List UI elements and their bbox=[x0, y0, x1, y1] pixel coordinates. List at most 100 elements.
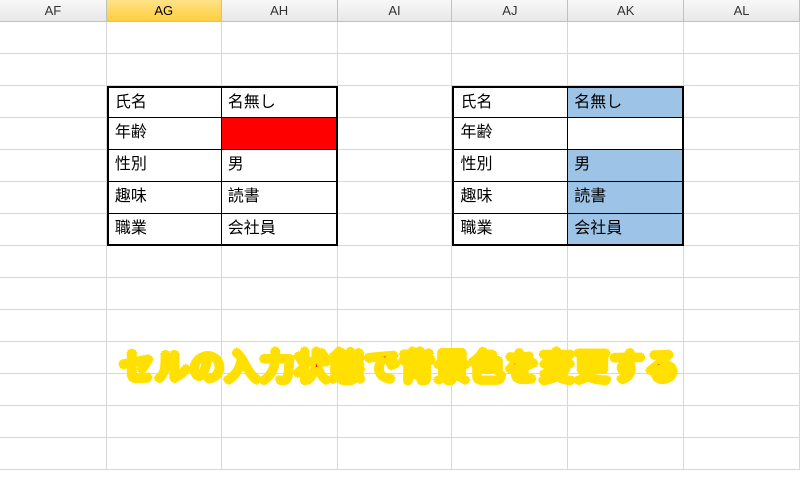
cell[interactable] bbox=[338, 310, 453, 342]
cell[interactable] bbox=[0, 278, 107, 310]
cell[interactable] bbox=[0, 182, 107, 214]
cell[interactable] bbox=[0, 54, 107, 86]
cell[interactable] bbox=[684, 182, 800, 214]
cell[interactable] bbox=[0, 342, 107, 374]
cell[interactable] bbox=[0, 86, 107, 118]
cell[interactable] bbox=[568, 54, 684, 86]
column-header-AK[interactable]: AK bbox=[568, 0, 684, 21]
table1-value[interactable]: 名無し bbox=[222, 86, 338, 118]
cell[interactable] bbox=[338, 22, 453, 54]
cell[interactable] bbox=[568, 310, 684, 342]
cell[interactable] bbox=[338, 278, 453, 310]
cell[interactable] bbox=[452, 278, 568, 310]
cell[interactable] bbox=[684, 374, 800, 406]
cell[interactable] bbox=[222, 406, 338, 438]
column-header-AH[interactable]: AH bbox=[222, 0, 338, 21]
cell[interactable] bbox=[452, 246, 568, 278]
cell[interactable] bbox=[222, 342, 338, 374]
table2-label[interactable]: 性別 bbox=[452, 150, 568, 182]
cell[interactable] bbox=[0, 406, 107, 438]
cell[interactable] bbox=[0, 150, 107, 182]
cell[interactable] bbox=[568, 22, 684, 54]
cell[interactable] bbox=[568, 342, 684, 374]
cell[interactable] bbox=[338, 214, 453, 246]
table1-value[interactable] bbox=[222, 118, 338, 150]
table1-label[interactable]: 職業 bbox=[107, 214, 222, 246]
cell[interactable] bbox=[684, 214, 800, 246]
cell[interactable] bbox=[568, 246, 684, 278]
cell[interactable] bbox=[222, 374, 338, 406]
cell[interactable] bbox=[0, 214, 107, 246]
cell[interactable] bbox=[107, 22, 222, 54]
cell[interactable] bbox=[452, 22, 568, 54]
table2-value[interactable]: 男 bbox=[568, 150, 684, 182]
cell[interactable] bbox=[568, 278, 684, 310]
table1-value[interactable]: 会社員 bbox=[222, 214, 338, 246]
cell[interactable] bbox=[222, 54, 338, 86]
cell[interactable] bbox=[684, 342, 800, 374]
table2-label[interactable]: 年齢 bbox=[452, 118, 568, 150]
cell[interactable] bbox=[452, 54, 568, 86]
table1-label[interactable]: 氏名 bbox=[107, 86, 222, 118]
cell[interactable] bbox=[684, 310, 800, 342]
cell[interactable] bbox=[684, 86, 800, 118]
cell[interactable] bbox=[684, 438, 800, 470]
cell[interactable] bbox=[0, 118, 107, 150]
cell[interactable] bbox=[222, 438, 338, 470]
cell[interactable] bbox=[338, 182, 453, 214]
table2-label[interactable]: 氏名 bbox=[452, 86, 568, 118]
cell[interactable] bbox=[0, 374, 107, 406]
cell[interactable] bbox=[684, 54, 800, 86]
cell[interactable] bbox=[684, 246, 800, 278]
cell[interactable] bbox=[222, 278, 338, 310]
cell[interactable] bbox=[568, 406, 684, 438]
table1-label[interactable]: 性別 bbox=[107, 150, 222, 182]
cell[interactable] bbox=[222, 310, 338, 342]
cell[interactable] bbox=[338, 150, 453, 182]
cell[interactable] bbox=[107, 438, 222, 470]
table2-value[interactable]: 名無し bbox=[568, 86, 684, 118]
cell[interactable] bbox=[338, 86, 453, 118]
cell[interactable] bbox=[452, 310, 568, 342]
table2-value[interactable]: 読書 bbox=[568, 182, 684, 214]
cell[interactable] bbox=[568, 438, 684, 470]
cell[interactable] bbox=[338, 54, 453, 86]
cell[interactable] bbox=[684, 118, 800, 150]
cell[interactable] bbox=[568, 374, 684, 406]
cell[interactable] bbox=[107, 246, 222, 278]
column-header-AL[interactable]: AL bbox=[684, 0, 800, 21]
cell[interactable] bbox=[222, 246, 338, 278]
cell[interactable] bbox=[338, 118, 453, 150]
cell[interactable] bbox=[684, 22, 800, 54]
cell[interactable] bbox=[0, 438, 107, 470]
table1-value[interactable]: 男 bbox=[222, 150, 338, 182]
grid-area[interactable]: 氏名 名無し 氏名 名無し 年齢 年齢 性別 男 性別 男 bbox=[0, 22, 800, 500]
cell[interactable] bbox=[107, 310, 222, 342]
table2-label[interactable]: 趣味 bbox=[452, 182, 568, 214]
cell[interactable] bbox=[452, 342, 568, 374]
column-header-AI[interactable]: AI bbox=[338, 0, 453, 21]
cell[interactable] bbox=[452, 438, 568, 470]
cell[interactable] bbox=[338, 246, 453, 278]
cell[interactable] bbox=[452, 374, 568, 406]
cell[interactable] bbox=[107, 278, 222, 310]
table1-value[interactable]: 読書 bbox=[222, 182, 338, 214]
table1-label[interactable]: 趣味 bbox=[107, 182, 222, 214]
cell[interactable] bbox=[684, 150, 800, 182]
column-header-AG[interactable]: AG bbox=[107, 0, 222, 21]
table2-value[interactable] bbox=[568, 118, 684, 150]
cell[interactable] bbox=[338, 342, 453, 374]
cell[interactable] bbox=[452, 406, 568, 438]
table2-value[interactable]: 会社員 bbox=[568, 214, 684, 246]
cell[interactable] bbox=[338, 406, 453, 438]
column-header-AJ[interactable]: AJ bbox=[452, 0, 568, 21]
cell[interactable] bbox=[107, 54, 222, 86]
cell[interactable] bbox=[338, 438, 453, 470]
table2-label[interactable]: 職業 bbox=[452, 214, 568, 246]
cell[interactable] bbox=[0, 246, 107, 278]
cell[interactable] bbox=[107, 374, 222, 406]
cell[interactable] bbox=[684, 406, 800, 438]
cell[interactable] bbox=[338, 374, 453, 406]
cell[interactable] bbox=[222, 22, 338, 54]
column-header-AF[interactable]: AF bbox=[0, 0, 107, 21]
